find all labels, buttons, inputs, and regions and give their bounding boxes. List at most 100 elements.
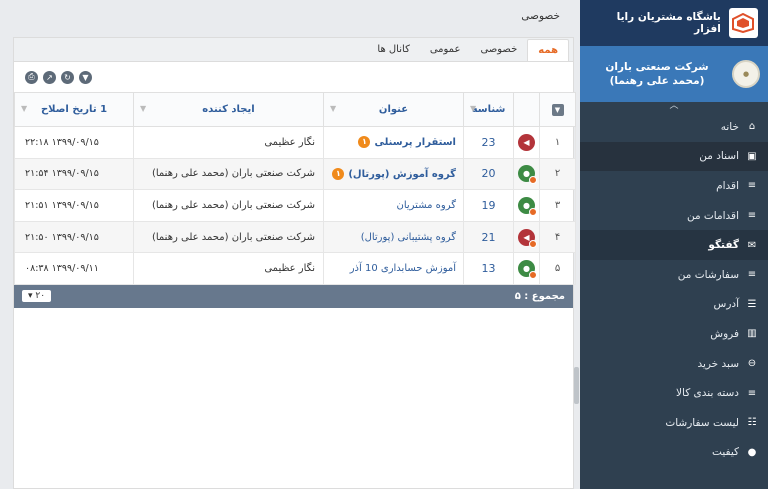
sidebar-item-label: اقدامات من: [686, 209, 739, 222]
sidebar-item-label: خانه: [720, 120, 739, 133]
sidebar-item-address[interactable]: آدرس ☰: [580, 290, 768, 320]
row-id[interactable]: 13: [463, 252, 514, 285]
filter-icon[interactable]: ▼: [330, 104, 336, 113]
row-title[interactable]: گروه آموزش (پورتال): [348, 169, 456, 180]
sidebar-item-quality[interactable]: کیفیت ●: [580, 438, 768, 468]
sidebar-menu: خانه ⌂ اسناد من ▣ اقدام ≡ اقدامات من ≡ گفتگو ✉ سفا…: [580, 112, 768, 467]
sidebar-item-home[interactable]: خانه ⌂: [580, 112, 768, 142]
icon-column-header: [513, 92, 540, 127]
brand-title: باشگاه مشتریان رایا افزار: [616, 11, 721, 35]
sidebar-item-action[interactable]: اقدام ≡: [580, 171, 768, 201]
row-modified-date: ۱۳۹۹/۰۹/۱۵ ۲۲:۱۸: [14, 126, 134, 159]
order-list-icon: ☷: [747, 417, 757, 429]
conversations-table: ▼ شناسه ▼ عنوان ▼ ایجاد کننده ▼ 1 تاریخ اصل…: [14, 92, 576, 285]
row-index: ۲: [539, 157, 576, 191]
filter-icon[interactable]: ▼: [79, 70, 92, 84]
filter-icon[interactable]: ▼: [470, 104, 476, 113]
sidebar-item-documents[interactable]: اسناد من ▣: [580, 141, 768, 172]
sidebar: باشگاه مشتریان رایا افزار ● شرکت صنعتی ب…: [580, 0, 768, 489]
column-label-created-by: ایجاد کننده: [202, 104, 255, 115]
print-icon[interactable]: ⎙: [25, 70, 38, 84]
user-profile[interactable]: ● شرکت صنعتی باران (محمد علی رهنما): [580, 46, 768, 102]
toolbar: ⎙ ↗ ↻ ▼: [14, 62, 573, 92]
announcement-icon: ◀: [518, 133, 535, 151]
address-icon: ☰: [747, 298, 757, 310]
column-header-title[interactable]: عنوان ▼: [323, 92, 464, 127]
sidebar-item-label: آدرس: [713, 298, 739, 311]
row-id[interactable]: 21: [463, 220, 514, 254]
group-chat-icon: ●: [518, 196, 537, 216]
scrollbar[interactable]: [574, 367, 579, 404]
sidebar-item-label: کیفیت: [712, 446, 739, 459]
tab-all[interactable]: همه: [527, 39, 569, 61]
tab-public[interactable]: عمومی: [420, 39, 471, 61]
sort-index: 1: [100, 104, 108, 115]
row-created-by: شرکت صنعتی باران (محمد علی رهنما): [133, 220, 324, 254]
cart-icon: ⊖: [747, 358, 757, 370]
sidebar-item-label: اقدام: [716, 179, 739, 192]
table-row[interactable]: ۴ ◀ 21 گروه پشتیبانی (پورتال) شرکت صنعتی بار…: [14, 220, 576, 254]
table-row[interactable]: ۲ ● 20 گروه آموزش (پورتال)۱ شرکت صنعتی باران…: [14, 157, 576, 191]
row-modified-date: ۱۳۹۹/۰۹/۱۵ ۲۱:۵۴: [14, 157, 134, 191]
column-label-modified: تاریخ اصلاح: [40, 104, 97, 115]
table-row[interactable]: ۳ ● 19 گروه مشتریان شرکت صنعتی باران (محمد ع…: [14, 189, 576, 222]
sidebar-item-order-list[interactable]: لیست سفارشات ☷: [580, 408, 768, 438]
row-id[interactable]: 23: [463, 126, 514, 159]
column-header-modified[interactable]: 1 تاریخ اصلاح ▼: [14, 92, 134, 127]
orders-icon: ≡: [747, 269, 757, 281]
row-index: ۴: [539, 220, 576, 254]
total-count: مجموع : ۵: [514, 290, 565, 302]
row-title[interactable]: گروه پشتیبانی (پورتال): [361, 232, 456, 243]
chevron-down-icon: ▾: [28, 291, 33, 302]
sidebar-item-chat[interactable]: گفتگو ✉: [580, 230, 768, 260]
filter-icon[interactable]: ▼: [21, 104, 27, 113]
group-chat-icon: ●: [518, 260, 537, 280]
row-modified-date: ۱۳۹۹/۰۹/۱۱ ۰۸:۳۸: [14, 252, 134, 285]
row-title[interactable]: گروه مشتریان: [396, 200, 456, 211]
row-title[interactable]: استقرار پرسنلی: [374, 137, 456, 148]
avatar: ●: [732, 60, 760, 88]
column-label-id: شناسه: [471, 104, 506, 115]
column-header-id[interactable]: شناسه ▼: [463, 92, 514, 127]
table-row[interactable]: ۱ ◀ 23 استقرار پرسنلی۱ نگار عظیمی ۱۳۹۹/۰۹/۱۵ …: [14, 126, 576, 159]
column-header-created-by[interactable]: ایجاد کننده ▼: [133, 92, 324, 127]
filter-icon[interactable]: ▼: [140, 104, 146, 113]
export-icon[interactable]: ↗: [43, 70, 56, 84]
row-created-by: شرکت صنعتی باران (محمد علی رهنما): [133, 189, 324, 222]
unread-badge: ۱: [358, 136, 371, 149]
collapse-icon[interactable]: ︿: [580, 102, 768, 112]
chevron-down-icon[interactable]: ▼: [551, 103, 564, 116]
sidebar-item-cart[interactable]: سبد خرید ⊖: [580, 349, 768, 379]
page-size-value: ۲۰: [35, 291, 46, 302]
row-id[interactable]: 20: [463, 157, 514, 191]
home-icon: ⌂: [748, 121, 756, 133]
row-index: ۱: [539, 126, 576, 159]
row-index: ۳: [539, 189, 576, 222]
sidebar-item-label: سبد خرید: [697, 357, 739, 370]
sales-icon: ▥: [747, 328, 757, 340]
my-actions-icon: ≡: [747, 210, 757, 222]
refresh-icon[interactable]: ↻: [61, 70, 74, 84]
row-modified-date: ۱۳۹۹/۰۹/۱۵ ۲۱:۵۰: [14, 220, 134, 254]
tab-channels[interactable]: کانال ها: [367, 39, 419, 61]
chat-icon: ✉: [747, 239, 757, 251]
sidebar-item-category[interactable]: دسته بندی کالا ≡: [580, 378, 768, 408]
sidebar-item-orders[interactable]: سفارشات من ≡: [580, 260, 768, 290]
announcement-icon: ◀: [518, 228, 537, 248]
row-created-by: نگار عظیمی: [133, 252, 324, 285]
row-title[interactable]: آموزش حسابداری 10 آذر: [350, 263, 456, 274]
category-icon: ≡: [747, 387, 757, 399]
sidebar-item-sales[interactable]: فروش ▥: [580, 319, 768, 349]
sidebar-item-label: فروش: [710, 327, 739, 340]
table-row[interactable]: ۵ ● 13 آموزش حسابداری 10 آذر نگار عظیمی ۱۳۹۹/…: [14, 252, 576, 285]
page-size-select[interactable]: ▾ ۲۰: [22, 290, 52, 303]
table-footer: مجموع : ۵ ▾ ۲۰: [14, 284, 573, 308]
unread-badge: ۱: [332, 167, 345, 180]
sidebar-item-my-actions[interactable]: اقدامات من ≡: [580, 201, 768, 231]
tab-private[interactable]: خصوصی: [470, 39, 527, 61]
select-all-header[interactable]: ▼: [539, 92, 576, 127]
row-id[interactable]: 19: [463, 189, 514, 222]
row-created-by: نگار عظیمی: [133, 126, 324, 159]
profile-name: شرکت صنعتی باران (محمد علی رهنما): [605, 61, 709, 87]
conversation-panel: همه خصوصی عمومی کانال ها ⎙ ↗ ↻ ▼ ▼ شناسه…: [13, 37, 576, 489]
